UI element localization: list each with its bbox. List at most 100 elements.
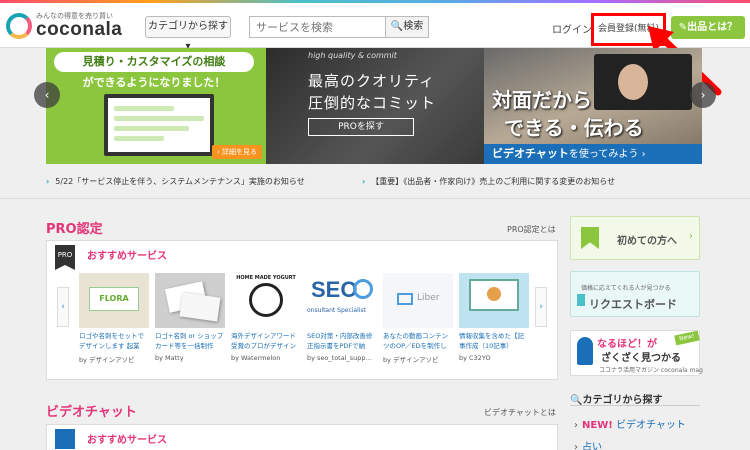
board-icon bbox=[577, 294, 585, 306]
service-thumbnail: HOME MADE YOGURT bbox=[231, 273, 301, 328]
service-seller: by デザインアソビ bbox=[79, 356, 135, 364]
service-seller: by Watermelon bbox=[231, 354, 281, 362]
service-seller: by Matty bbox=[155, 354, 184, 362]
video-about-link[interactable]: ビデオチャットとは bbox=[484, 407, 556, 418]
thumbnail-logo-text: FLORA bbox=[89, 287, 139, 311]
news-text: 【重要】《出品者・作家向け》売上のご利用に関する変更のお知らせ bbox=[371, 177, 616, 186]
monitor-illustration-icon bbox=[104, 94, 214, 156]
divider bbox=[0, 198, 750, 199]
banner3-cta-rest: を使ってみよう › bbox=[568, 149, 646, 160]
thumbnail-hand-text: HOME MADE YOGURT bbox=[236, 275, 296, 281]
banner2-tagline: high quality & commit bbox=[308, 51, 397, 60]
microphone-icon bbox=[577, 337, 593, 365]
chevron-right-icon: › bbox=[362, 177, 366, 186]
beginner-mark-icon bbox=[581, 227, 599, 249]
news-text: 5/22「サービス停止を伴う、システムメンテナンス」実施のお知らせ bbox=[55, 177, 305, 186]
service-title: 情報収集を含めた【記事作成（10記事） bbox=[459, 332, 524, 350]
service-title: ロゴや名刺をセットでデザインします 起業 bbox=[79, 332, 144, 350]
video-badge-icon bbox=[55, 429, 75, 449]
service-card[interactable]: Liber あなたの動画コンテンツのOP／EDを制作し by デザインアソビ bbox=[383, 273, 453, 364]
service-title: SEO対策・内部改善修正指示書をPDFで納 bbox=[307, 332, 373, 350]
service-card[interactable]: HOME MADE YOGURT 海外デザインアワード受賞のプロがデザイン by… bbox=[231, 273, 301, 362]
coconala-mag-link[interactable]: なるほど！が ざくざく見つかる ココナラ活用マガジン coconala mag … bbox=[570, 330, 703, 376]
category-item-video-chat[interactable]: › NEW! ビデオチャット bbox=[574, 416, 686, 431]
search-button[interactable]: 🔍検索 bbox=[385, 16, 429, 38]
service-thumbnail bbox=[459, 273, 529, 328]
laptop-illustration-icon bbox=[594, 54, 692, 110]
category-label: ビデオチャット bbox=[615, 420, 686, 431]
service-thumbnail: SEO onsultant Specialist bbox=[307, 273, 377, 328]
pro-panel-heading: おすすめサービス bbox=[87, 251, 167, 262]
chevron-right-icon: › bbox=[574, 420, 578, 431]
service-thumbnail: Liber bbox=[383, 273, 453, 328]
naruhodo-line2: ざくざく見つかる bbox=[601, 353, 681, 364]
pro-section-title: PRO認定 bbox=[46, 222, 103, 237]
thumbnail-liber-text: Liber bbox=[417, 293, 440, 303]
search-input[interactable] bbox=[249, 16, 385, 38]
find-pro-button[interactable]: PROを探す bbox=[308, 118, 414, 136]
sell-info-button[interactable]: ✎出品とは？ bbox=[671, 16, 745, 39]
hero-banner-carousel[interactable]: 見積り・カスタマイズの相談 ができるようになりました！ › 詳細を見る high… bbox=[46, 48, 702, 164]
banner1-detail-button[interactable]: › 詳細を見る bbox=[212, 145, 262, 159]
request-board-caption: 価格に応えてくれる人が見つかる bbox=[581, 285, 671, 292]
service-card[interactable]: ロゴ+名刺 or ショップカード等を一括制作 by Matty bbox=[155, 273, 225, 362]
service-seller: by デザインアソビ bbox=[383, 356, 439, 364]
carousel-next-arrow-icon[interactable]: › bbox=[535, 287, 547, 327]
banner3-line2: できる・伝わる bbox=[504, 116, 644, 140]
banner3-cta[interactable]: ビデオチャットを使ってみよう › bbox=[484, 144, 702, 164]
register-free-link[interactable]: 会員登録(無料) bbox=[591, 13, 666, 46]
service-thumbnail bbox=[155, 273, 225, 328]
category-item-fortune[interactable]: › 占い bbox=[574, 438, 602, 450]
news-item[interactable]: › 【重要】《出品者・作家向け》売上のご利用に関する変更のお知らせ bbox=[362, 176, 615, 187]
pro-about-link[interactable]: PRO認定とは bbox=[507, 224, 556, 235]
category-heading: 🔍カテゴリから探す bbox=[570, 395, 663, 406]
login-link[interactable]: ログイン bbox=[552, 21, 592, 36]
news-item[interactable]: › 5/22「サービス停止を伴う、システムメンテナンス」実施のお知らせ bbox=[46, 176, 305, 187]
news-bar: › 5/22「サービス停止を伴う、システムメンテナンス」実施のお知らせ › 【重要】… bbox=[0, 170, 750, 196]
logo-text: coconala bbox=[36, 19, 123, 40]
service-title: あなたの動画コンテンツのOP／EDを制作し bbox=[383, 332, 448, 350]
banner-prev-arrow-icon[interactable]: ‹ bbox=[34, 82, 60, 108]
banner1-title: 見積り・カスタマイズの相談 bbox=[54, 52, 254, 72]
divider bbox=[570, 405, 700, 406]
banner3-cta-bold: ビデオチャット bbox=[492, 147, 569, 160]
service-card[interactable]: 情報収集を含めた【記事作成（10記事） by C32YO bbox=[459, 273, 529, 362]
chevron-right-icon: › bbox=[46, 177, 50, 186]
header: みんなの得意を売り買い coconala カテゴリから探す ▾ 🔍検索 ログイン… bbox=[0, 3, 750, 52]
banner-pro[interactable]: high quality & commit 最高のクオリティ 圧倒的なコミット … bbox=[266, 48, 484, 164]
banner3-line1: 対面だから bbox=[492, 88, 592, 112]
chevron-right-icon: › bbox=[574, 442, 578, 450]
banner-estimate-consult[interactable]: 見積り・カスタマイズの相談 ができるようになりました！ › 詳細を見る bbox=[46, 48, 266, 164]
video-recommended-panel: おすすめサービス bbox=[46, 424, 558, 450]
coconala-logo[interactable]: みんなの得意を売り買い coconala bbox=[6, 9, 126, 43]
banner-video-chat[interactable]: 対面だから できる・伝わる ビデオチャットを使ってみよう › bbox=[484, 48, 702, 164]
new-badge: New! bbox=[674, 330, 700, 346]
service-card[interactable]: FLORA ロゴや名刺をセットでデザインします 起業 by デザインアソビ bbox=[79, 273, 149, 364]
service-seller: by C32YO bbox=[459, 354, 491, 362]
banner2-line2: 圧倒的なコミット bbox=[308, 94, 437, 112]
service-title: ロゴ+名刺 or ショップカード等を一括制作 bbox=[155, 332, 224, 350]
carousel-prev-arrow-icon[interactable]: ‹ bbox=[57, 287, 69, 327]
category-new-label: NEW! bbox=[582, 420, 613, 431]
logo-mark-icon bbox=[6, 13, 32, 39]
service-card[interactable]: SEO onsultant Specialist SEO対策・内部改善修正指示書… bbox=[307, 273, 377, 362]
banner-next-arrow-icon[interactable]: › bbox=[690, 82, 716, 108]
category-label: 占い bbox=[582, 442, 602, 450]
pro-badge-tail bbox=[55, 265, 75, 270]
pro-recommended-panel: PRO おすすめサービス ‹ › FLORA ロゴや名刺をセットでデザインします… bbox=[46, 240, 558, 380]
naruhodo-line1: なるほど！が bbox=[597, 339, 657, 350]
banner2-line1: 最高のクオリティ bbox=[308, 72, 436, 90]
thumbnail-seo-text: onsultant Specialist bbox=[307, 307, 366, 314]
service-title: 海外デザインアワード受賞のプロがデザイン bbox=[231, 332, 296, 350]
pro-badge-icon: PRO bbox=[55, 245, 75, 265]
coconala-mag-caption: ココナラ活用マガジン coconala mag bbox=[599, 367, 703, 374]
banner1-subtitle: ができるようになりました！ bbox=[82, 76, 226, 89]
first-time-label: 初めての方へ bbox=[617, 236, 677, 247]
video-panel-heading: おすすめサービス bbox=[87, 435, 167, 446]
request-board-label: リクエストボード bbox=[589, 298, 677, 311]
category-dropdown-button[interactable]: カテゴリから探す ▾ bbox=[145, 16, 231, 52]
chevron-right-icon: › bbox=[689, 231, 693, 242]
video-section-title: ビデオチャット bbox=[46, 405, 137, 420]
first-time-guide-link[interactable]: 初めての方へ › bbox=[570, 216, 700, 260]
request-board-link[interactable]: 価格に応えてくれる人が見つかる リクエストボード bbox=[570, 271, 700, 317]
